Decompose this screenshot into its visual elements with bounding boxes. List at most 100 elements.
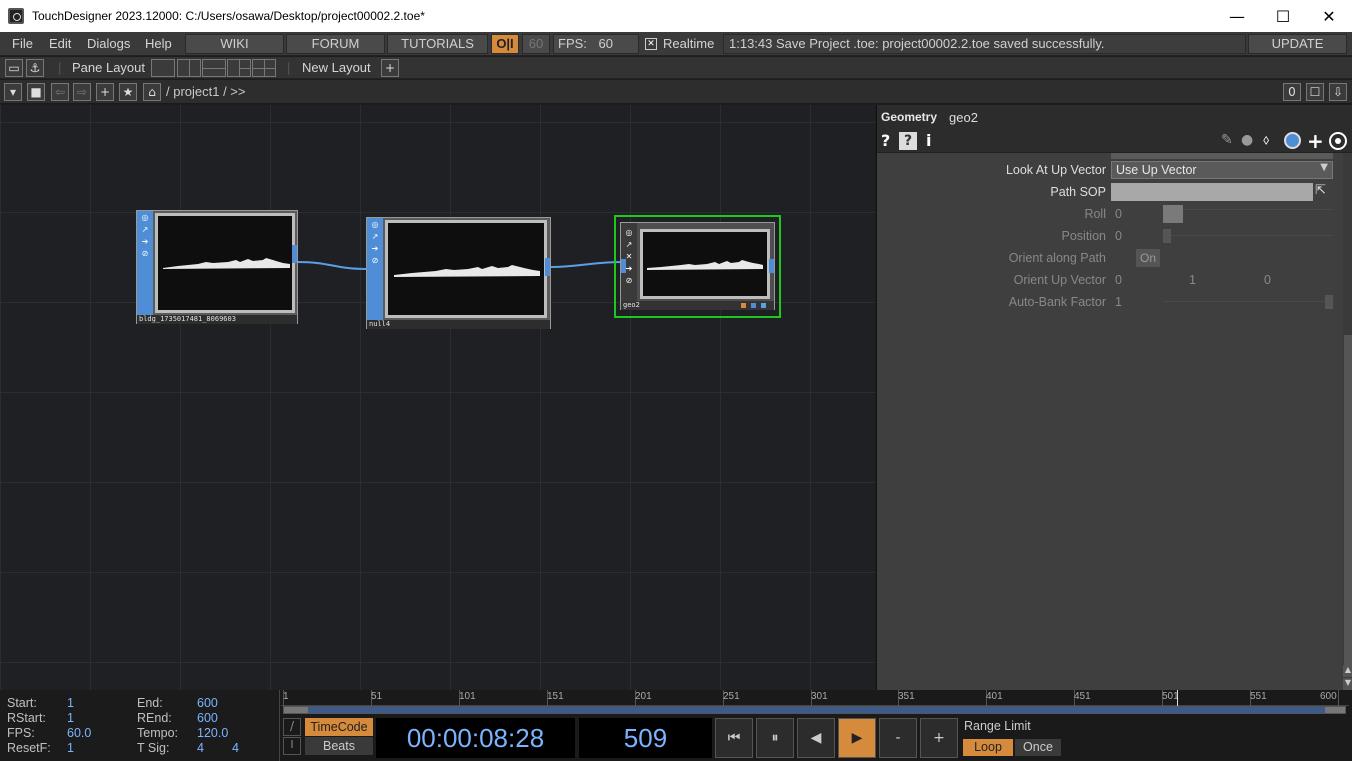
layout-three-pane-icon[interactable]	[227, 59, 251, 77]
maximize-pane-icon[interactable]: ☐	[1306, 83, 1324, 101]
orient-up-z[interactable]: 0	[1264, 273, 1271, 287]
back-icon[interactable]: ⇦	[51, 83, 69, 101]
rend-value[interactable]: 600	[197, 711, 218, 725]
image-icon[interactable]: ▭	[5, 59, 23, 77]
edit-pencil-icon[interactable]: ✎	[1221, 132, 1233, 148]
roll-slider-handle[interactable]	[1163, 205, 1183, 223]
help-icon[interactable]: ?	[881, 131, 890, 150]
update-button[interactable]: UPDATE	[1248, 34, 1347, 54]
auto-bank-slider-track[interactable]	[1163, 301, 1325, 302]
target-icon[interactable]	[1329, 132, 1347, 150]
frame-display[interactable]: 509	[579, 718, 712, 758]
layout-four-pane-icon[interactable]	[252, 59, 276, 77]
perform-mode-toggle[interactable]: O|I	[491, 34, 519, 54]
beats-button[interactable]: Beats	[305, 737, 373, 755]
node-null4[interactable]: ◎ ↗ ➔ ⊘ null4	[366, 217, 551, 329]
realtime-checkbox[interactable]: ✕	[645, 38, 657, 50]
network-editor[interactable]: ◎ ↗ ➔ ⊘ bldg_1735017481_8069603 ◎ ↗ ➔ ⊘ …	[0, 105, 875, 690]
range-end-handle[interactable]	[1325, 707, 1345, 713]
output-connector[interactable]	[545, 258, 550, 276]
maximize-button[interactable]: ☐	[1260, 0, 1306, 32]
menu-dialogs[interactable]: Dialogs	[87, 36, 130, 51]
menu-help[interactable]: Help	[145, 36, 172, 51]
timeline-slash-icon[interactable]: /	[283, 718, 301, 736]
resetf-value[interactable]: 1	[67, 741, 74, 755]
forum-button[interactable]: FORUM	[286, 34, 385, 54]
auto-bank-slider-handle[interactable]	[1325, 295, 1333, 309]
pointer-arrow-icon[interactable]: ⇱	[1315, 183, 1326, 198]
loop-button[interactable]: Loop	[963, 739, 1013, 756]
timeline-bar-icon[interactable]: I	[283, 737, 301, 755]
close-button[interactable]: ✕	[1306, 0, 1352, 32]
position-slider-track[interactable]	[1171, 235, 1333, 236]
viewer-flag-icon[interactable]: ◎	[140, 213, 150, 223]
stop-icon[interactable]: ■	[27, 83, 45, 101]
home-icon[interactable]: ⌂	[143, 83, 161, 101]
look-at-up-dropdown[interactable]: Use Up Vector ▼	[1111, 161, 1333, 179]
position-value[interactable]: 0	[1115, 229, 1122, 243]
range-start-handle[interactable]	[284, 707, 308, 713]
layout-split-vertical-icon[interactable]	[177, 59, 201, 77]
position-slider-handle[interactable]	[1163, 229, 1171, 243]
orient-along-path-toggle[interactable]: On	[1136, 249, 1160, 267]
tutorials-button[interactable]: TUTORIALS	[387, 34, 488, 54]
input-connector[interactable]	[367, 264, 372, 278]
tag-icon[interactable]: ⬨	[1263, 132, 1269, 148]
scrollbar-thumb[interactable]	[1344, 335, 1352, 665]
roll-slider-track[interactable]	[1183, 209, 1333, 217]
display-flag-icon[interactable]: ↗	[140, 225, 150, 235]
scroll-up-icon[interactable]: ▲	[1343, 665, 1352, 677]
roll-value[interactable]: 0	[1115, 207, 1122, 221]
display-flag-icon[interactable]: ↗	[370, 232, 380, 242]
forward-icon[interactable]: ⇨	[73, 83, 91, 101]
info-icon[interactable]: i	[926, 131, 931, 150]
step-back-button[interactable]: ◀	[797, 718, 835, 758]
lock-flag-icon[interactable]: ⊘	[140, 249, 150, 259]
step-plus-button[interactable]: +	[920, 718, 958, 758]
parameter-scrollbar[interactable]: ▲ ▼	[1343, 153, 1352, 690]
tsig-denominator[interactable]: 4	[232, 741, 239, 755]
node-bldg[interactable]: ◎ ↗ ➔ ⊘ bldg_1735017481_8069603	[136, 210, 298, 324]
timeline-range-bar[interactable]	[283, 706, 1346, 714]
output-connector[interactable]	[292, 245, 297, 263]
rewind-button[interactable]: ⏮	[715, 718, 753, 758]
bookmark-star-icon[interactable]: ★	[119, 83, 137, 101]
viewer-flag-icon[interactable]: ◎	[624, 228, 634, 238]
pause-button[interactable]: ⏸	[756, 718, 794, 758]
display-flag-icon[interactable]: ↗	[624, 240, 634, 250]
orient-up-x[interactable]: 0	[1115, 273, 1122, 287]
python-help-icon[interactable]: ?	[899, 132, 917, 150]
comment-icon[interactable]: ●	[1241, 132, 1253, 148]
minimize-button[interactable]: —	[1214, 0, 1260, 32]
add-operator-icon[interactable]: +	[96, 83, 114, 101]
playhead-marker[interactable]	[1177, 690, 1178, 706]
zoom-reset-button[interactable]: 0	[1283, 83, 1301, 101]
layout-single-icon[interactable]	[151, 59, 175, 77]
scroll-down-icon[interactable]: ▼	[1343, 678, 1352, 690]
render-flag-icon[interactable]: ➔	[370, 244, 380, 254]
menu-file[interactable]: File	[12, 36, 33, 51]
pane-menu-icon[interactable]: ▾	[4, 83, 22, 101]
start-value[interactable]: 1	[67, 696, 74, 710]
end-value[interactable]: 600	[197, 696, 218, 710]
wiki-button[interactable]: WIKI	[185, 34, 284, 54]
anchor-icon[interactable]: ⚓	[26, 59, 44, 77]
orient-up-y[interactable]: 1	[1189, 273, 1196, 287]
step-minus-button[interactable]: -	[879, 718, 917, 758]
add-layout-button[interactable]: +	[381, 59, 399, 77]
auto-bank-value[interactable]: 1	[1115, 295, 1122, 309]
layout-split-horizontal-icon[interactable]	[202, 59, 226, 77]
menu-edit[interactable]: Edit	[49, 36, 71, 51]
download-icon[interactable]: ⇩	[1329, 83, 1347, 101]
rstart-value[interactable]: 1	[67, 711, 74, 725]
tempo-value[interactable]: 120.0	[197, 726, 228, 740]
timecode-display[interactable]: 00:00:08:28	[376, 718, 575, 758]
operator-name-field[interactable]: geo2	[945, 106, 1345, 128]
fps-stat-value[interactable]: 60.0	[67, 726, 91, 740]
node-geo2[interactable]: ◎ ↗ ✕ ➔ ⊘ geo2	[620, 222, 775, 310]
play-button[interactable]: ▶	[838, 718, 876, 758]
tsig-numerator[interactable]: 4	[197, 741, 204, 755]
path-sop-field[interactable]	[1111, 183, 1313, 201]
timecode-button[interactable]: TimeCode	[305, 718, 373, 736]
lock-flag-icon[interactable]: ⊘	[624, 276, 634, 286]
